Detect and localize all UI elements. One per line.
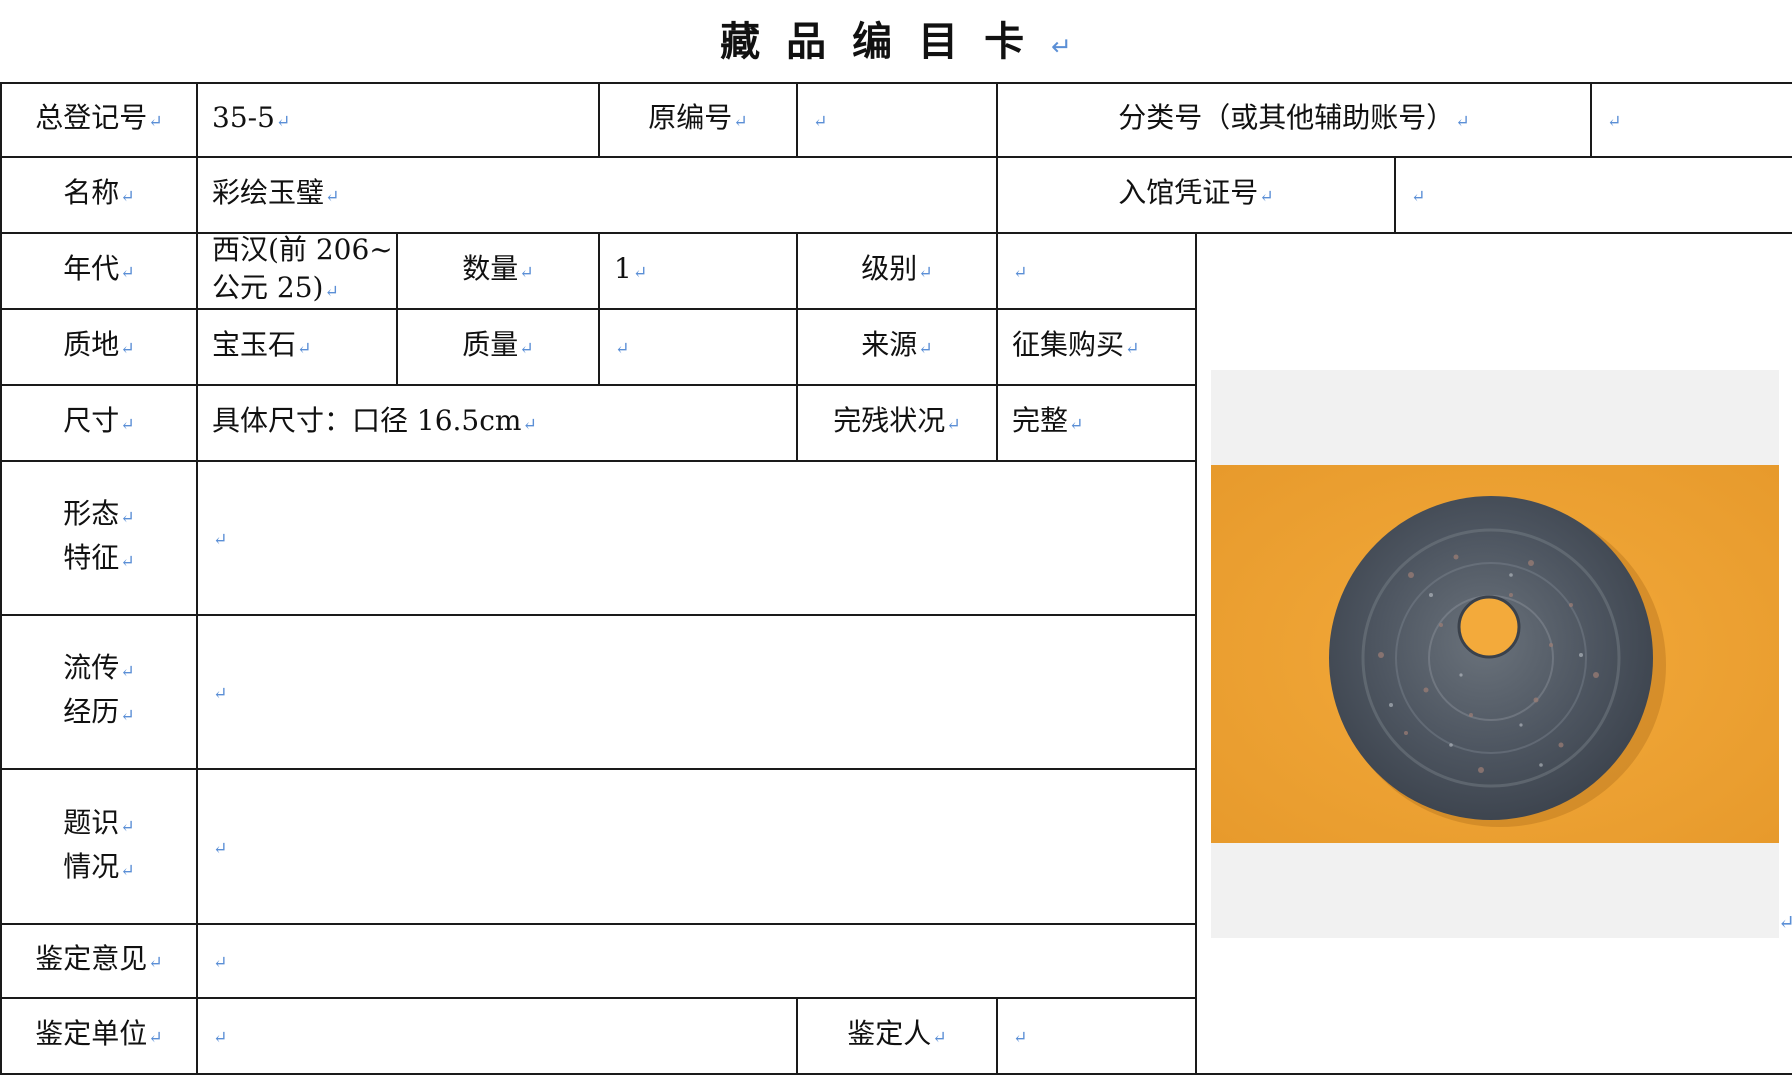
form-label: 形态↵ 特征↵ bbox=[63, 497, 135, 574]
table-border-bottom bbox=[0, 1073, 1792, 1075]
material-value[interactable]: 宝玉石↵ bbox=[198, 310, 396, 384]
condition-label: 完残状况↵ bbox=[833, 404, 961, 437]
appraiser-label: 鉴定人↵ bbox=[847, 1017, 947, 1050]
weight-label: 质量↵ bbox=[462, 328, 534, 361]
history-label: 流传↵ 经历↵ bbox=[63, 651, 135, 728]
return-mark: ↵ bbox=[1778, 910, 1792, 934]
appraisal-unit-value[interactable]: ↵ bbox=[198, 999, 796, 1073]
catalog-card-page: { "title": "藏品编目卡", "return_mark": "↵", … bbox=[0, 0, 1792, 1078]
class-no-label: 分类号（或其他辅助账号）↵ bbox=[1118, 101, 1470, 134]
inscription-label: 题识↵ 情况↵ bbox=[63, 805, 135, 883]
appraisal-opinion-label: 鉴定意见↵ bbox=[35, 942, 163, 975]
quantity-value[interactable]: 1↵ bbox=[600, 234, 796, 308]
orig-no-value[interactable]: ↵ bbox=[798, 84, 996, 156]
appraisal-opinion-value[interactable]: ↵ bbox=[198, 925, 1195, 997]
appraisal-unit-label: 鉴定单位↵ bbox=[35, 1017, 163, 1050]
history-value[interactable]: ↵ bbox=[198, 616, 1195, 768]
form-value[interactable]: ↵ bbox=[198, 462, 1195, 614]
inscription-value[interactable]: ↵ bbox=[198, 770, 1195, 923]
entry-no-label: 入馆凭证号↵ bbox=[1118, 176, 1274, 209]
name-label: 名称↵ bbox=[63, 176, 135, 209]
source-value[interactable]: 征集购买↵ bbox=[998, 310, 1195, 384]
entry-no-value[interactable]: ↵ bbox=[1396, 158, 1792, 232]
artifact-photo bbox=[1211, 465, 1779, 843]
size-value[interactable]: 具体尺寸：口径 16.5cm↵ bbox=[198, 386, 796, 460]
card-title-text: 藏品编目卡 bbox=[720, 19, 1051, 65]
material-label: 质地↵ bbox=[63, 328, 135, 361]
era-label: 年代↵ bbox=[63, 252, 135, 285]
condition-value[interactable]: 完整↵ bbox=[998, 386, 1195, 460]
grade-value[interactable]: ↵ bbox=[998, 234, 1195, 308]
grade-label: 级别↵ bbox=[861, 252, 933, 285]
orig-no-label: 原编号↵ bbox=[648, 101, 748, 134]
size-label: 尺寸↵ bbox=[63, 404, 135, 437]
name-value[interactable]: 彩绘玉璧↵ bbox=[198, 158, 996, 232]
appraiser-value[interactable]: ↵ bbox=[998, 999, 1195, 1073]
reg-no-label: 总登记号↵ bbox=[35, 101, 163, 134]
jade-bi-disc-image bbox=[1211, 465, 1779, 843]
quantity-label: 数量↵ bbox=[462, 252, 534, 285]
return-mark: ↵ bbox=[1051, 32, 1072, 61]
class-no-value[interactable]: ↵ bbox=[1592, 84, 1792, 156]
card-title: 藏品编目卡↵ bbox=[0, 14, 1792, 75]
weight-value[interactable]: ↵ bbox=[600, 310, 796, 384]
source-label: 来源↵ bbox=[861, 328, 933, 361]
era-value[interactable]: 西汉(前 206~ 公元 25)↵ bbox=[198, 234, 396, 308]
reg-no-value[interactable]: 35-5↵ bbox=[198, 84, 598, 156]
photo-column-divider bbox=[1195, 232, 1197, 1075]
